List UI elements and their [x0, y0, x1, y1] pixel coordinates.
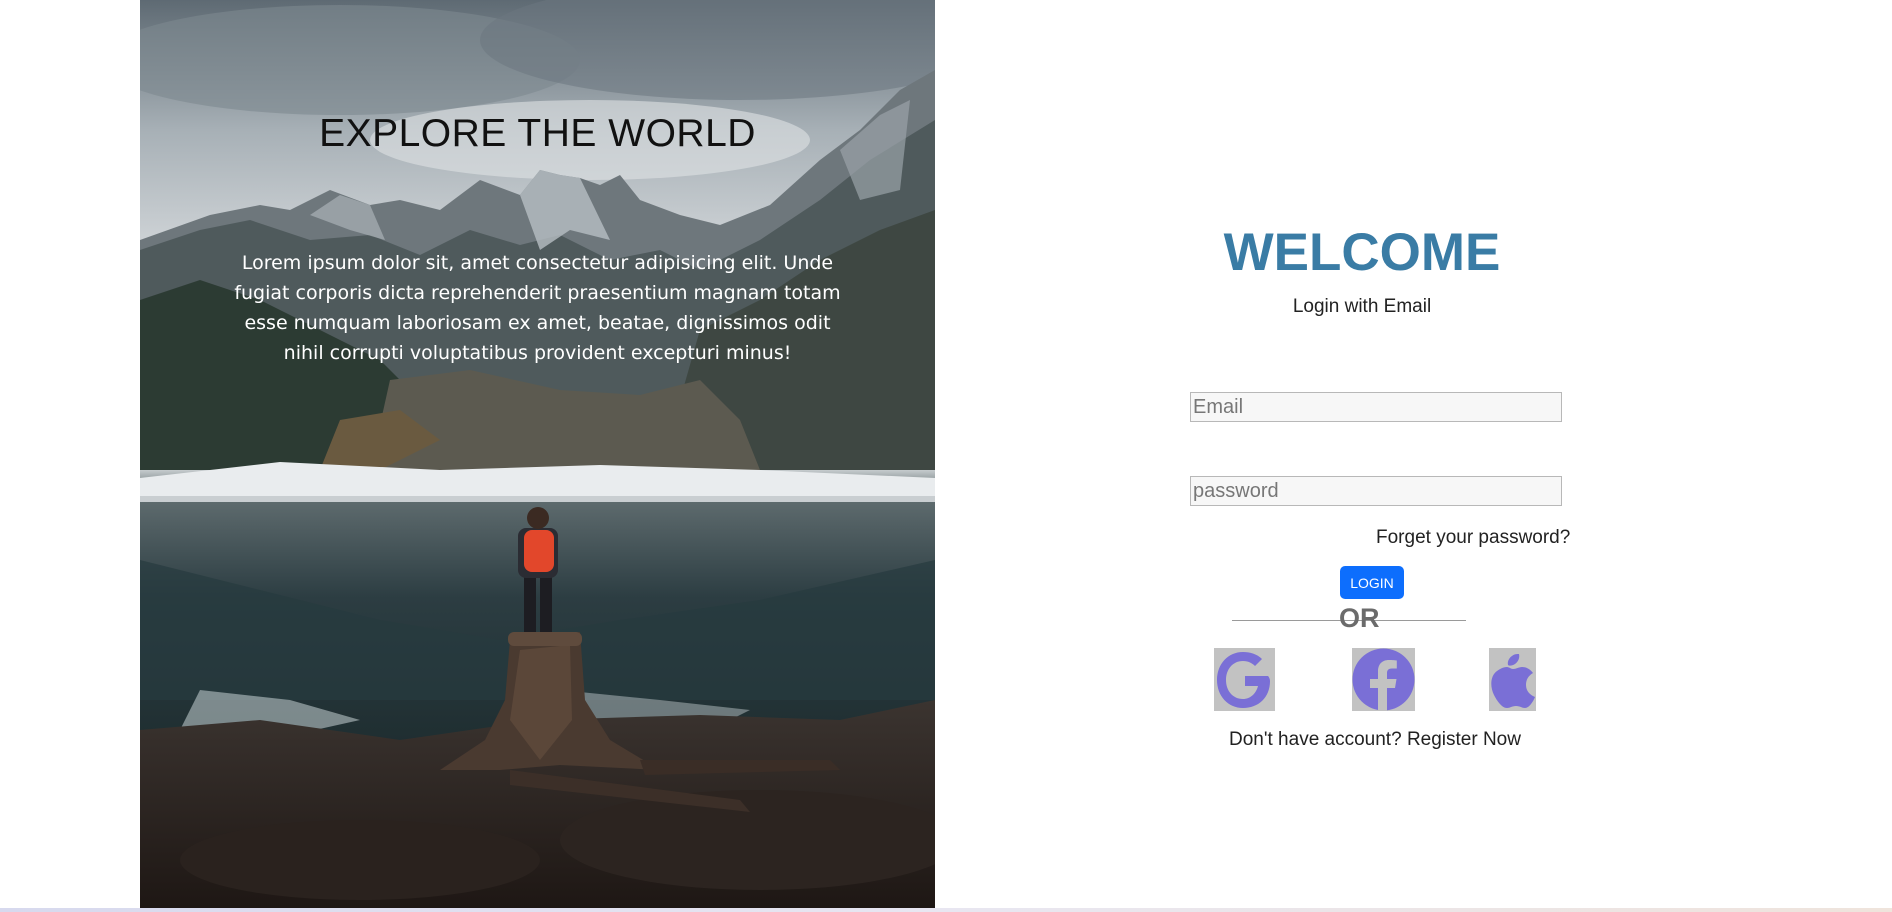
welcome-heading: WELCOME	[1223, 223, 1501, 282]
login-button[interactable]: LOGIN	[1340, 566, 1404, 599]
apple-icon	[1491, 654, 1535, 708]
email-input[interactable]	[1190, 392, 1562, 422]
register-prompt: Don't have account? Register Now	[1180, 729, 1570, 751]
google-icon	[1217, 652, 1270, 708]
hero-panel: EXPLORE THE WORLD Lorem ipsum dolor sit,…	[140, 0, 935, 908]
facebook-icon	[1352, 648, 1415, 711]
register-prefix: Don't have account?	[1229, 729, 1402, 750]
password-input[interactable]	[1190, 476, 1562, 506]
register-link[interactable]: Register Now	[1407, 729, 1521, 750]
hero-title: EXPLORE THE WORLD	[319, 112, 756, 155]
google-login-button[interactable]	[1214, 648, 1275, 711]
or-label: OR	[1339, 603, 1380, 633]
login-subtitle: Login with Email	[1292, 296, 1432, 317]
facebook-login-button[interactable]	[1352, 648, 1415, 711]
apple-login-button[interactable]	[1489, 648, 1536, 711]
hero-description: Lorem ipsum dolor sit, amet consectetur …	[234, 252, 841, 364]
forgot-password-link[interactable]: Forget your password?	[1376, 527, 1570, 549]
bottom-edge	[0, 908, 1892, 912]
